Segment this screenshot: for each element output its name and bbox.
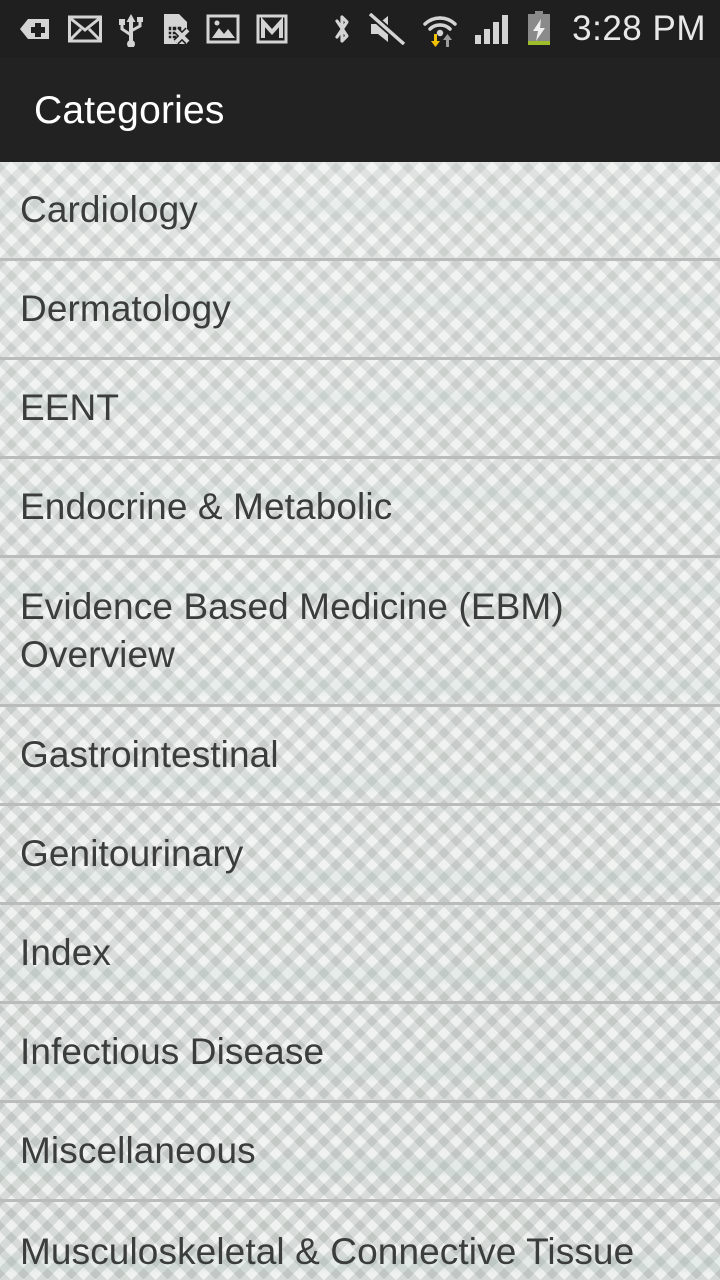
sim-card-error-icon	[160, 12, 191, 46]
list-item-label: Gastrointestinal	[20, 734, 279, 775]
list-item-eent[interactable]: EENT	[0, 360, 720, 459]
list-item-label: Genitourinary	[20, 833, 244, 874]
list-item-endocrine-metabolic[interactable]: Endocrine & Metabolic	[0, 459, 720, 558]
phone-screen: 3:28 PM Categories Cardiology Dermatolog…	[0, 0, 720, 1280]
gmail-icon	[256, 14, 288, 44]
status-bar-clock: 3:28 PM	[572, 9, 706, 48]
page-title: Categories	[34, 88, 225, 132]
list-item-label: Dermatology	[20, 288, 231, 329]
usb-icon	[118, 11, 144, 48]
volume-mute-icon	[367, 11, 407, 47]
list-item-label: Infectious Disease	[20, 1031, 325, 1072]
list-item-gastrointestinal[interactable]: Gastrointestinal	[0, 707, 720, 806]
add-badge-icon	[18, 12, 52, 46]
list-item-label: Index	[20, 932, 112, 973]
list-item-label: Endocrine & Metabolic	[20, 486, 393, 527]
status-bar-left-icons	[18, 11, 288, 48]
list-item-infectious-disease[interactable]: Infectious Disease	[0, 1004, 720, 1103]
app-bar: Categories	[0, 58, 720, 162]
status-bar-right-icons: 3:28 PM	[330, 9, 706, 49]
list-item-label: Miscellaneous	[20, 1130, 256, 1171]
list-item-index[interactable]: Index	[0, 905, 720, 1004]
wifi-icon	[420, 11, 460, 47]
list-item-label: EENT	[20, 387, 120, 428]
list-item-cardiology[interactable]: Cardiology	[0, 162, 720, 261]
list-item-miscellaneous[interactable]: Miscellaneous	[0, 1103, 720, 1202]
list-item-label: Cardiology	[20, 189, 198, 230]
list-item-label: Evidence Based Medicine (EBM) Overview	[20, 586, 564, 675]
list-item-evidence-based-medicine-overview[interactable]: Evidence Based Medicine (EBM) Overview	[0, 558, 720, 707]
cellular-signal-icon	[474, 13, 512, 45]
category-list[interactable]: Cardiology Dermatology EENT Endocrine & …	[0, 162, 720, 1280]
status-bar: 3:28 PM	[0, 0, 720, 58]
list-item-dermatology[interactable]: Dermatology	[0, 261, 720, 360]
email-icon	[68, 14, 102, 44]
list-item-musculoskeletal-connective-tissue[interactable]: Musculoskeletal & Connective Tissue	[0, 1202, 720, 1280]
battery-charging-icon	[526, 11, 552, 47]
list-item-genitourinary[interactable]: Genitourinary	[0, 806, 720, 905]
image-icon	[206, 14, 240, 44]
list-item-label: Musculoskeletal & Connective Tissue	[20, 1230, 635, 1272]
bluetooth-icon	[330, 11, 354, 47]
